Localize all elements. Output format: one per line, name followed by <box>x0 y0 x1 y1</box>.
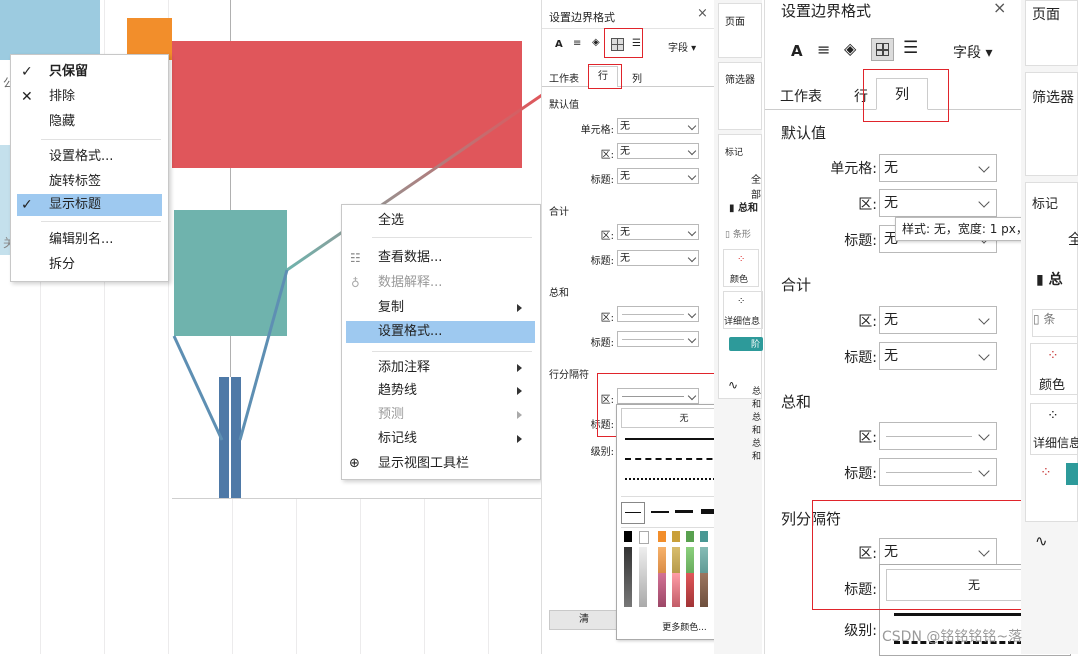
font-icon[interactable]: A <box>791 42 803 60</box>
submenu-arrow-icon <box>517 435 522 443</box>
trend-icon: ∿ <box>1035 532 1048 550</box>
tab-sheet[interactable]: 工作表 <box>546 70 582 85</box>
submenu-arrow-icon <box>517 411 522 419</box>
line-width-3[interactable] <box>675 510 693 513</box>
font-icon[interactable]: A <box>555 39 563 50</box>
default-cell-dropdown[interactable]: 无 <box>617 118 699 134</box>
total-area-dropdown[interactable]: 无 <box>617 224 699 240</box>
menu-item-show-header[interactable]: ✓ 显示标题 <box>17 194 162 216</box>
tab-sheet[interactable]: 工作表 <box>775 86 827 106</box>
x-icon: ✕ <box>21 89 33 105</box>
lines-icon[interactable]: ☰ <box>903 38 918 58</box>
menu-item-copy[interactable]: 复制 <box>342 297 540 319</box>
step-pill[interactable] <box>1066 463 1078 485</box>
grand-header-dropdown[interactable] <box>617 331 699 347</box>
check-icon: ✓ <box>21 197 33 213</box>
clear-button[interactable]: 清 <box>549 610 619 630</box>
menu-item-explain-data[interactable]: ♁ 数据解释... <box>342 272 540 294</box>
menu-item-rotate-labels[interactable]: 旋转标签 <box>11 171 168 193</box>
format-borders-pane-large: 设置边界格式 × A ≡ ◈ ☰ 字段 ▾ 工作表 行 列 默认值 单元格: 无… <box>764 0 1071 656</box>
total-header-dropdown[interactable]: 无 <box>879 342 997 370</box>
tab-columns[interactable]: 列 <box>624 70 650 85</box>
line-width-2[interactable] <box>651 511 669 513</box>
total-shelf[interactable]: ▮ 总 <box>1036 269 1063 289</box>
menu-item-hide[interactable]: 隐藏 <box>11 111 168 133</box>
submenu-arrow-icon <box>517 387 522 395</box>
field-dropdown[interactable]: 字段 ▾ <box>953 42 992 62</box>
pane-title: 设置边界格式 <box>781 2 872 20</box>
line-width-1[interactable] <box>621 502 645 524</box>
submenu-arrow-icon <box>517 364 522 372</box>
style-tooltip: 样式: 无，宽度: 1 px，颜色 <box>895 217 1033 241</box>
visualization-area: 公 关 ✓ 只保留 ✕ 排除 隐藏 设置格式... 旋转标签 ✓ 显示标题 编辑… <box>0 0 545 654</box>
borders-icon[interactable] <box>871 38 894 61</box>
small-shelves-panel: 页面 筛选器 标记 全部 ▮ 总和 ▯ 条形 ⁘ 颜色 ⁘ 详细信息 阶 ∿ 总… <box>714 0 763 654</box>
default-area-dropdown[interactable]: 无 <box>617 143 699 159</box>
grand-header-dropdown[interactable] <box>879 458 997 486</box>
color-button[interactable]: ⁘ 颜色 <box>723 249 759 287</box>
mark-context-menu: 全选 ☷ 查看数据... ♁ 数据解释... 复制 设置格式... 添加注释 趋… <box>341 204 541 480</box>
menu-item-exclude[interactable]: ✕ 排除 <box>11 86 168 108</box>
pane-title: 设置边界格式 <box>549 11 615 24</box>
color-legend-icon: ⁘ <box>1040 465 1052 481</box>
menu-item-forecast[interactable]: 预测 <box>342 404 540 426</box>
light-blue-block[interactable] <box>0 0 100 60</box>
menu-item-trend-line[interactable]: 趋势线 <box>342 380 540 402</box>
close-icon[interactable]: × <box>697 6 708 21</box>
default-header-dropdown[interactable]: 无 <box>617 168 699 184</box>
menu-item-show-toolbar[interactable]: ⊕ 显示视图工具栏 <box>342 453 540 475</box>
menu-item-format-selected[interactable]: 设置格式... <box>346 321 535 343</box>
default-cell-dropdown[interactable]: 无 <box>879 154 997 182</box>
total-header-dropdown[interactable]: 无 <box>617 250 699 266</box>
menu-item-keep-only[interactable]: ✓ 只保留 <box>11 61 168 83</box>
large-shelves-panel: 页面 筛选器 标记 全 ▮ 总 ▯ 条 ⁘ 颜色 ⁘ 详细信息 ⁘ ∿ <box>1021 0 1078 654</box>
align-icon[interactable]: ≡ <box>817 40 830 59</box>
mark-type-dropdown[interactable]: ▯ 条 <box>1032 309 1078 337</box>
grand-area-dropdown[interactable] <box>879 422 997 450</box>
color-button[interactable]: ⁘ 颜色 <box>1030 343 1078 395</box>
detail-button[interactable]: ⁘ 详细信息 <box>723 291 763 329</box>
menu-item-select-all[interactable]: 全选 <box>342 210 540 232</box>
total-shelf[interactable]: ▮ 总和 <box>729 199 758 214</box>
submenu-arrow-icon <box>517 304 522 312</box>
menu-item-view-data[interactable]: ☷ 查看数据... <box>342 247 540 269</box>
table-icon: ☷ <box>350 251 361 265</box>
default-area-dropdown[interactable]: 无 <box>879 189 997 217</box>
total-area-dropdown[interactable]: 无 <box>879 306 997 334</box>
field-dropdown[interactable]: 字段 ▾ <box>668 39 696 54</box>
watermark: CSDN @铭铭铭铭~落 <box>882 629 1023 645</box>
menu-item-split[interactable]: 拆分 <box>11 254 168 276</box>
menu-item-reference-line[interactable]: 标记线 <box>342 428 540 450</box>
menu-item-edit-alias[interactable]: 编辑别名... <box>11 229 168 251</box>
check-icon: ✓ <box>21 64 33 80</box>
align-icon[interactable]: ≡ <box>573 38 581 49</box>
header-context-menu: ✓ 只保留 ✕ 排除 隐藏 设置格式... 旋转标签 ✓ 显示标题 编辑别名..… <box>10 54 169 282</box>
fill-icon[interactable]: ◈ <box>592 37 600 48</box>
grand-area-dropdown[interactable] <box>617 306 699 322</box>
trend-icon: ∿ <box>728 378 739 392</box>
menu-item-format[interactable]: 设置格式... <box>11 146 168 168</box>
zoom-icon: ⊕ <box>349 456 360 471</box>
fill-icon[interactable]: ◈ <box>844 39 856 58</box>
close-icon[interactable]: × <box>993 0 1006 17</box>
mark-type-dropdown[interactable]: ▯ 条形 <box>725 227 751 240</box>
menu-item-add-annotation[interactable]: 添加注释 <box>342 357 540 379</box>
bulb-icon: ♁ <box>351 276 360 290</box>
detail-button[interactable]: ⁘ 详细信息 <box>1030 403 1078 455</box>
step-pill[interactable]: 阶 <box>729 337 763 351</box>
